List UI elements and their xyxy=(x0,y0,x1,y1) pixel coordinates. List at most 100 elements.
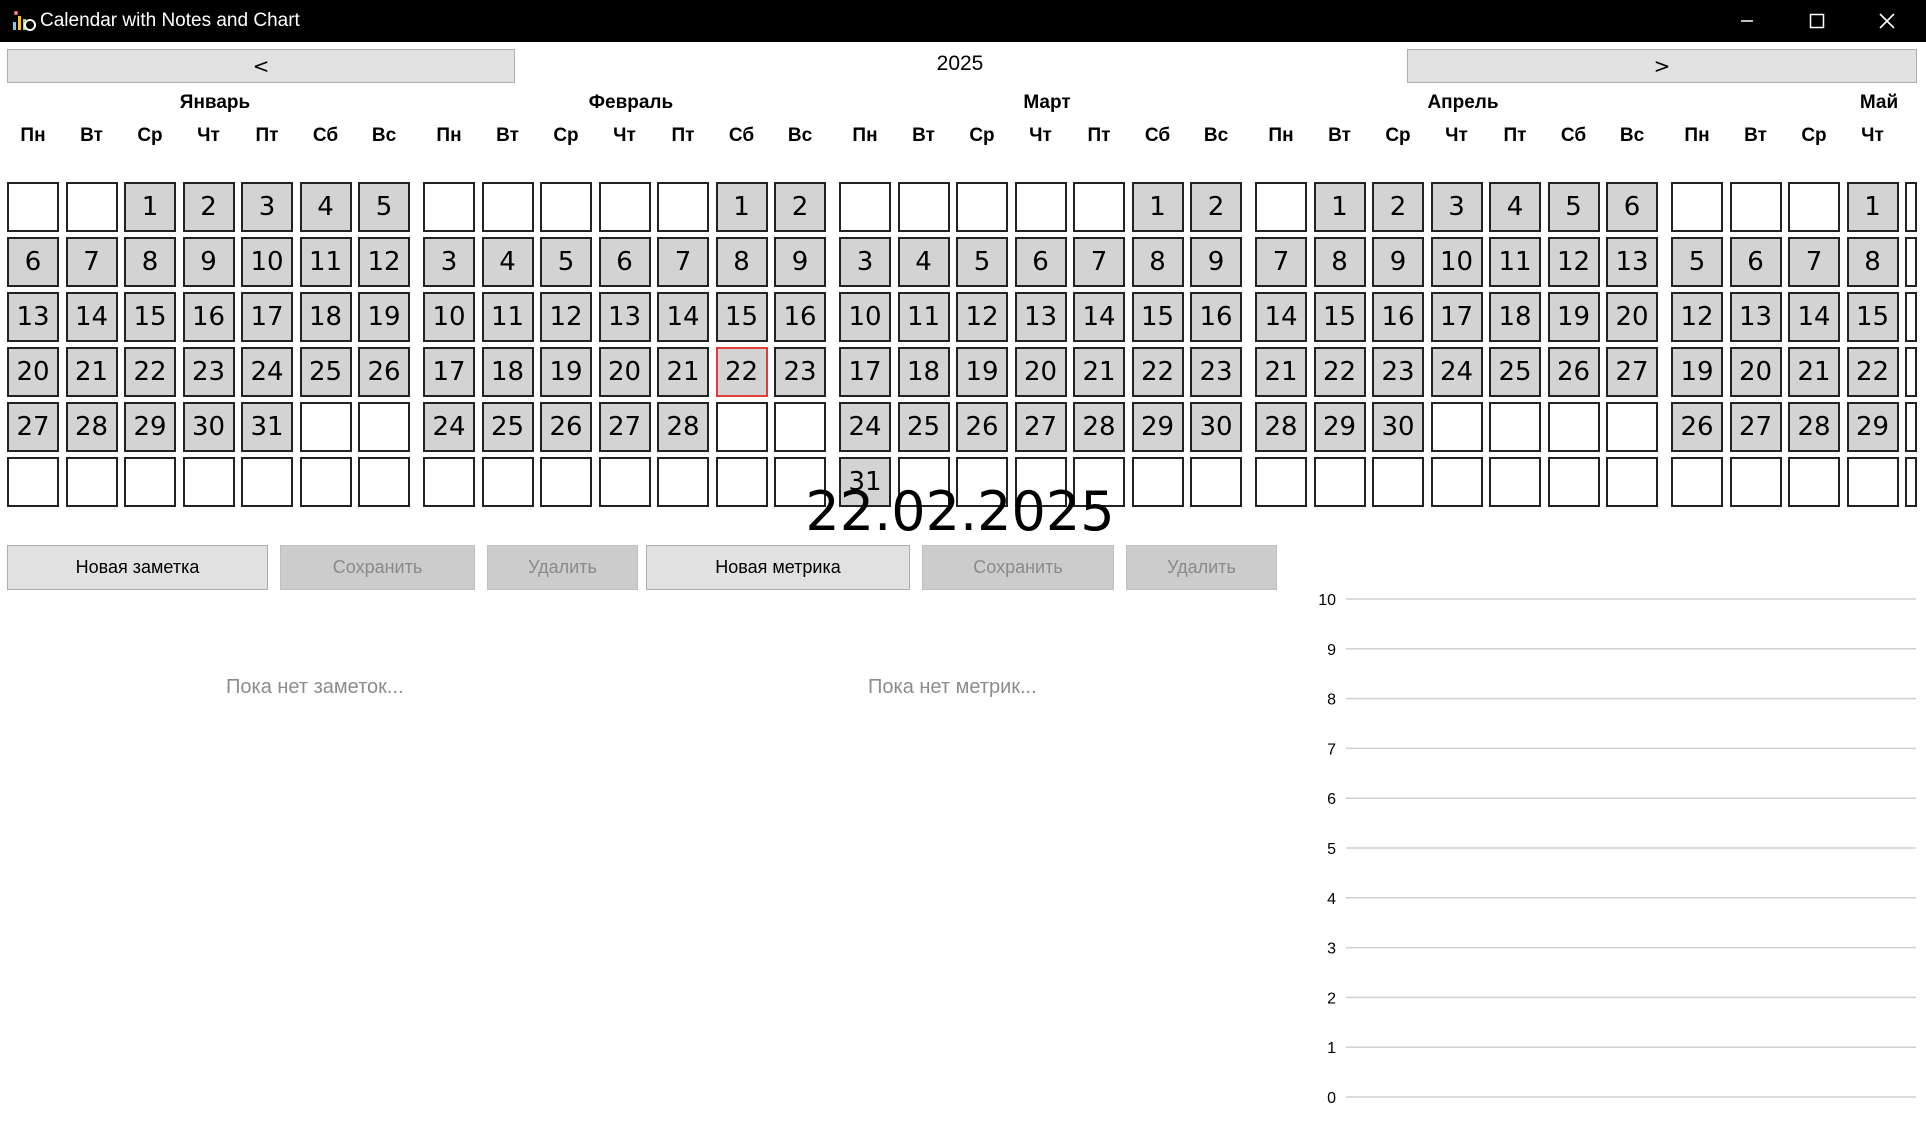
day-cell[interactable]: 24 xyxy=(423,402,475,452)
day-cell[interactable]: 29 xyxy=(1131,402,1184,452)
day-cell[interactable]: 16 xyxy=(1372,292,1424,342)
day-cell[interactable]: 3 xyxy=(1430,182,1483,232)
day-cell[interactable]: 17 xyxy=(241,292,293,342)
new-metric-button[interactable]: Новая метрика xyxy=(646,545,910,590)
day-cell[interactable]: 28 xyxy=(657,402,709,452)
day-cell[interactable]: 7 xyxy=(1073,237,1125,287)
day-cell[interactable]: 19 xyxy=(1547,292,1600,342)
day-cell[interactable]: 24 xyxy=(839,402,891,452)
day-cell[interactable]: 15 xyxy=(1313,292,1366,342)
day-cell[interactable]: 13 xyxy=(598,292,651,342)
day-cell[interactable]: 8 xyxy=(1313,237,1366,287)
day-cell[interactable]: 11 xyxy=(897,292,950,342)
day-cell[interactable]: 5 xyxy=(540,237,592,287)
day-cell[interactable]: 8 xyxy=(715,237,768,287)
day-cell[interactable]: 20 xyxy=(1606,292,1658,342)
maximize-button[interactable] xyxy=(1782,0,1852,42)
day-cell[interactable]: 27 xyxy=(598,402,651,452)
day-cell[interactable]: 16 xyxy=(1190,292,1242,342)
day-cell[interactable]: 4 xyxy=(897,237,950,287)
day-cell[interactable]: 12 xyxy=(1671,292,1723,342)
day-cell[interactable]: 26 xyxy=(358,347,410,397)
day-cell[interactable]: 30 xyxy=(1372,402,1424,452)
day-cell[interactable]: 6 xyxy=(1729,237,1782,287)
day-cell[interactable]: 11 xyxy=(1489,237,1541,287)
day-cell[interactable]: 3 xyxy=(241,182,293,232)
day-cell[interactable]: 21 xyxy=(65,347,118,397)
day-cell[interactable]: 22 xyxy=(1131,347,1184,397)
day-cell[interactable]: 19 xyxy=(540,347,592,397)
day-cell[interactable]: 1 xyxy=(715,182,768,232)
day-cell[interactable]: 4 xyxy=(1489,182,1541,232)
day-cell[interactable]: 14 xyxy=(1788,292,1840,342)
day-cell[interactable]: 27 xyxy=(1729,402,1782,452)
day-cell[interactable]: 2 xyxy=(774,182,826,232)
day-cell[interactable]: 21 xyxy=(1255,347,1307,397)
day-cell[interactable]: 9 xyxy=(182,237,235,287)
day-cell[interactable]: 6 xyxy=(1014,237,1067,287)
day-cell[interactable]: 2 xyxy=(1372,182,1424,232)
day-cell[interactable]: 9 xyxy=(774,237,826,287)
close-button[interactable] xyxy=(1852,0,1922,42)
day-cell[interactable]: 14 xyxy=(1073,292,1125,342)
day-cell[interactable]: 21 xyxy=(1788,347,1840,397)
day-cell[interactable]: 9 xyxy=(1372,237,1424,287)
day-cell[interactable]: 15 xyxy=(715,292,768,342)
day-cell[interactable]: 23 xyxy=(1190,347,1242,397)
day-cell[interactable]: 22 xyxy=(715,347,768,397)
day-cell[interactable]: 17 xyxy=(423,347,475,397)
save-metric-button[interactable]: Сохранить xyxy=(922,545,1114,590)
day-cell[interactable]: 3 xyxy=(423,237,475,287)
day-cell[interactable]: 18 xyxy=(299,292,352,342)
day-cell[interactable]: 20 xyxy=(1014,347,1067,397)
day-cell[interactable]: 11 xyxy=(481,292,534,342)
day-cell[interactable]: 23 xyxy=(182,347,235,397)
day-cell[interactable]: 20 xyxy=(7,347,59,397)
prev-year-button[interactable]: < xyxy=(7,49,515,83)
day-cell[interactable]: 21 xyxy=(657,347,709,397)
day-cell[interactable]: 14 xyxy=(657,292,709,342)
day-cell[interactable]: 10 xyxy=(839,292,891,342)
save-note-button[interactable]: Сохранить xyxy=(280,545,475,590)
day-cell[interactable]: 26 xyxy=(1547,347,1600,397)
day-cell[interactable]: 6 xyxy=(7,237,59,287)
new-note-button[interactable]: Новая заметка xyxy=(7,545,268,590)
day-cell[interactable]: 17 xyxy=(839,347,891,397)
day-cell[interactable]: 7 xyxy=(1788,237,1840,287)
day-cell[interactable]: 19 xyxy=(358,292,410,342)
day-cell[interactable]: 22 xyxy=(1846,347,1899,397)
day-cell[interactable]: 6 xyxy=(598,237,651,287)
day-cell[interactable]: 7 xyxy=(657,237,709,287)
day-cell[interactable]: 18 xyxy=(1489,292,1541,342)
day-cell[interactable]: 22 xyxy=(124,347,176,397)
day-cell[interactable]: 31 xyxy=(241,402,293,452)
day-cell[interactable]: 15 xyxy=(1131,292,1184,342)
day-cell[interactable]: 23 xyxy=(1372,347,1424,397)
day-cell[interactable]: 1 xyxy=(1131,182,1184,232)
day-cell[interactable]: 29 xyxy=(1313,402,1366,452)
day-cell[interactable]: 1 xyxy=(124,182,176,232)
day-cell[interactable]: 14 xyxy=(65,292,118,342)
day-cell[interactable]: 12 xyxy=(1547,237,1600,287)
day-cell[interactable]: 14 xyxy=(1255,292,1307,342)
day-cell[interactable]: 15 xyxy=(1846,292,1899,342)
day-cell[interactable]: 16 xyxy=(182,292,235,342)
day-cell[interactable]: 22 xyxy=(1313,347,1366,397)
day-cell[interactable]: 28 xyxy=(1255,402,1307,452)
day-cell[interactable]: 19 xyxy=(1671,347,1723,397)
day-cell[interactable]: 10 xyxy=(1430,237,1483,287)
day-cell[interactable]: 13 xyxy=(1729,292,1782,342)
day-cell[interactable]: 6 xyxy=(1606,182,1658,232)
day-cell[interactable]: 24 xyxy=(241,347,293,397)
day-cell[interactable]: 4 xyxy=(299,182,352,232)
delete-metric-button[interactable]: Удалить xyxy=(1126,545,1277,590)
day-cell[interactable]: 26 xyxy=(540,402,592,452)
day-cell[interactable]: 12 xyxy=(358,237,410,287)
day-cell[interactable]: 10 xyxy=(423,292,475,342)
day-cell[interactable]: 13 xyxy=(1606,237,1658,287)
day-cell[interactable]: 8 xyxy=(124,237,176,287)
day-cell[interactable]: 28 xyxy=(1788,402,1840,452)
day-cell[interactable]: 2 xyxy=(1190,182,1242,232)
day-cell[interactable]: 25 xyxy=(299,347,352,397)
day-cell[interactable]: 28 xyxy=(1073,402,1125,452)
